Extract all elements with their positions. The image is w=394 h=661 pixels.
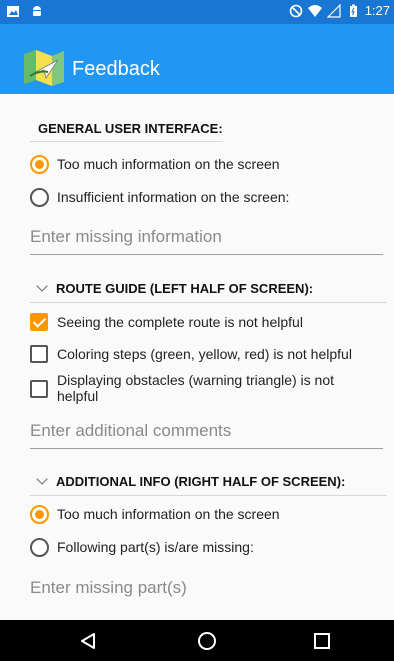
- option-label: Too much information on the screen: [57, 506, 280, 522]
- app-title: Feedback: [72, 58, 160, 80]
- general-heading: GENERAL USER INTERFACE:: [38, 121, 223, 136]
- android-icon: [33, 6, 41, 16]
- option-label: Insufficient information on the screen:: [57, 189, 290, 205]
- option-label: Following part(s) is/are missing:: [57, 539, 254, 555]
- navigation-bar: [0, 620, 394, 661]
- checkbox-unchecked-icon[interactable]: [30, 380, 48, 398]
- signal-icon: [326, 3, 341, 18]
- radio-unchecked-icon[interactable]: [30, 538, 49, 557]
- checkbox-checked-icon[interactable]: [30, 313, 48, 331]
- status-bar: 1:27: [0, 0, 394, 24]
- chevron-down-icon: [36, 473, 48, 485]
- route-guide-heading-label: ROUTE GUIDE (LEFT HALF OF SCREEN):: [56, 281, 314, 296]
- option-label: Too much information on the screen: [57, 156, 280, 172]
- radio-unchecked-icon[interactable]: [30, 188, 49, 207]
- app-bar: Feedback: [0, 24, 394, 94]
- additional-option-missing[interactable]: Following part(s) is/are missing:: [30, 538, 254, 557]
- route-check-obstacles[interactable]: Displaying obstacles (warning triangle) …: [30, 372, 370, 404]
- additional-info-divider: [30, 495, 387, 496]
- general-heading-divider: [30, 141, 223, 142]
- battery-icon: [349, 4, 357, 17]
- checkbox-unchecked-icon[interactable]: [30, 345, 48, 363]
- wifi-icon: [307, 4, 322, 17]
- general-option-insufficient[interactable]: Insufficient information on the screen:: [30, 188, 289, 207]
- status-time: 1:27: [364, 3, 390, 18]
- route-check-coloring-steps[interactable]: Coloring steps (green, yellow, red) is n…: [30, 345, 352, 363]
- check-label: Displaying obstacles (warning triangle) …: [57, 372, 335, 404]
- image-icon: [7, 6, 19, 17]
- check-label: Coloring steps (green, yellow, red) is n…: [57, 346, 352, 362]
- additional-option-too-much[interactable]: Too much information on the screen: [30, 505, 280, 524]
- back-icon[interactable]: [78, 631, 98, 651]
- missing-information-input[interactable]: Enter missing information: [30, 227, 383, 255]
- route-check-complete-route[interactable]: Seeing the complete route is not helpful: [30, 313, 303, 331]
- route-guide-heading[interactable]: ROUTE GUIDE (LEFT HALF OF SCREEN):: [36, 280, 314, 296]
- recents-icon[interactable]: [312, 631, 332, 651]
- general-option-too-much[interactable]: Too much information on the screen: [30, 155, 280, 174]
- do-not-disturb-icon: [289, 4, 302, 17]
- map-icon: [24, 50, 64, 86]
- route-guide-divider: [30, 302, 387, 303]
- chevron-down-icon: [36, 280, 48, 292]
- home-icon[interactable]: [197, 631, 217, 651]
- check-label: Seeing the complete route is not helpful: [57, 314, 303, 330]
- additional-info-heading[interactable]: ADDITIONAL INFO (RIGHT HALF OF SCREEN):: [36, 473, 346, 489]
- missing-parts-input[interactable]: Enter missing part(s): [30, 578, 383, 605]
- radio-checked-icon[interactable]: [30, 505, 49, 524]
- additional-info-heading-label: ADDITIONAL INFO (RIGHT HALF OF SCREEN):: [56, 474, 346, 489]
- radio-checked-icon[interactable]: [30, 155, 49, 174]
- additional-comments-input[interactable]: Enter additional comments: [30, 421, 383, 449]
